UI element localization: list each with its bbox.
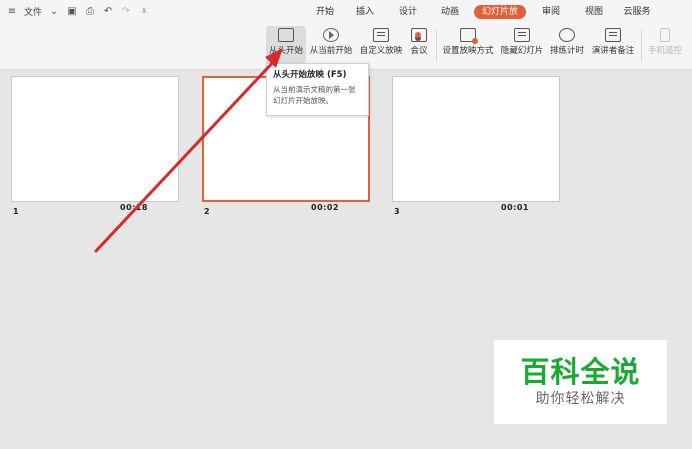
tab-review[interactable]: 审阅	[539, 5, 563, 19]
notes-icon	[605, 28, 621, 42]
hide-slide-label: 隐藏幻灯片	[500, 46, 544, 56]
watermark: 百科全说 助你轻松解决	[494, 340, 667, 424]
tab-insert[interactable]: 插入	[353, 5, 377, 19]
tab-slideshow[interactable]: 幻灯片放映	[474, 5, 526, 31]
slide-timing: 00:18	[120, 203, 148, 212]
slide-timing: 00:02	[311, 203, 339, 212]
slide-number: 1	[13, 207, 19, 216]
watermark-subtitle: 助你轻松解决	[535, 391, 626, 407]
play-circle-icon	[323, 28, 339, 42]
meeting-icon	[411, 28, 427, 42]
slide-number: 2	[204, 207, 210, 216]
from-current-button[interactable]: 从当前开始	[308, 26, 354, 64]
setup-show-button[interactable]: 设置放映方式	[440, 26, 496, 64]
quick-access-toolbar: ≡ 文件 ⌄ ▣ ⎙ ↶ ↷ ⩡	[6, 5, 150, 19]
custom-show-label: 自定义放映	[359, 46, 403, 56]
rehearse-timings-button[interactable]: 排练计时	[548, 26, 586, 64]
tab-view[interactable]: 视图	[582, 5, 606, 19]
chevron-down-icon[interactable]: ⌄	[48, 6, 60, 18]
rehearse-timings-label: 排练计时	[549, 46, 584, 56]
menu-icon[interactable]: ≡	[6, 6, 18, 18]
settings-screen-icon	[460, 28, 478, 44]
meeting-label: 会议	[410, 46, 428, 56]
tab-design[interactable]: 设计	[396, 5, 420, 19]
tab-animation[interactable]: 动画	[438, 5, 462, 19]
slide-timing: 00:01	[501, 203, 529, 212]
tooltip-title: 从头开始放映 (F5)	[273, 70, 347, 80]
slide-number: 3	[394, 207, 400, 216]
title-bar: ≡ 文件 ⌄ ▣ ⎙ ↶ ↷ ⩡ 开始 插入 设计 动画 幻灯片放映 审阅 视图…	[0, 0, 692, 31]
speaker-notes-button[interactable]: 演讲者备注	[589, 26, 637, 64]
screen-icon	[278, 28, 294, 42]
phone-remote-button[interactable]: 手机遥控	[645, 26, 685, 64]
from-beginning-label: 从头开始	[268, 46, 303, 56]
watermark-logo-text: 百科全说	[520, 355, 641, 389]
hide-slide-button[interactable]: 隐藏幻灯片	[499, 26, 545, 64]
tooltip-body: 从当前演示文稿的第一张幻灯片开始放映。	[273, 85, 356, 105]
phone-icon	[660, 28, 670, 42]
slide-thumbnail-1[interactable]	[11, 76, 179, 202]
tab-cloud-service[interactable]: 云服务	[621, 5, 653, 19]
tab-start[interactable]: 开始	[313, 5, 337, 19]
from-beginning-button[interactable]: 从头开始	[266, 26, 306, 64]
setup-show-label: 设置放映方式	[442, 46, 494, 56]
hide-slide-icon	[514, 28, 530, 42]
customize-icon[interactable]: ⩡	[138, 6, 150, 18]
custom-show-icon	[373, 28, 389, 42]
phone-remote-label: 手机遥控	[647, 46, 682, 56]
custom-show-button[interactable]: 自定义放映	[358, 26, 404, 64]
ribbon-divider	[436, 30, 437, 62]
undo-icon[interactable]: ↶	[102, 6, 114, 18]
meeting-button[interactable]: 会议	[407, 26, 431, 64]
slide-thumbnail-3[interactable]	[392, 76, 560, 202]
save-icon[interactable]: ▣	[66, 6, 78, 18]
from-current-label: 从当前开始	[309, 46, 353, 56]
speaker-notes-label: 演讲者备注	[591, 46, 635, 56]
file-menu[interactable]: 文件	[24, 5, 42, 18]
print-icon[interactable]: ⎙	[84, 6, 96, 18]
redo-icon[interactable]: ↷	[120, 6, 132, 18]
stopwatch-icon	[559, 28, 575, 42]
ribbon-divider	[641, 30, 642, 62]
ribbon-tabs: 开始 插入 设计 动画 幻灯片放映 审阅 视图 云服务	[305, 5, 685, 31]
tooltip: 从头开始放映 (F5) 从当前演示文稿的第一张幻灯片开始放映。	[266, 63, 369, 116]
